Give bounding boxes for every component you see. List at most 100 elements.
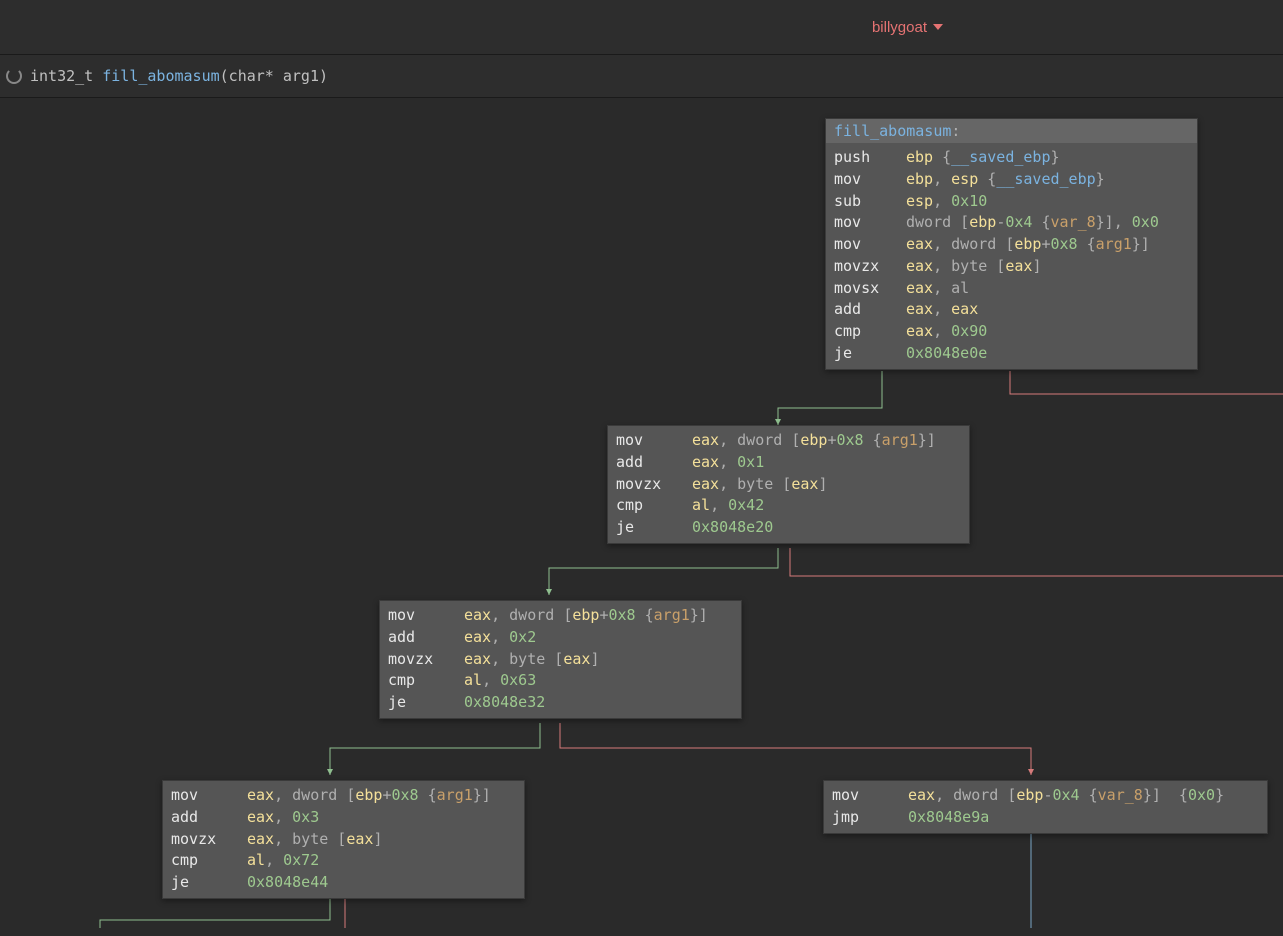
register: ebp [800,431,827,449]
signature-return-type: int32_t [30,67,102,85]
token: }] [473,786,491,804]
token: { [1080,786,1098,804]
number-literal: 0x8 [1051,235,1078,253]
token: , [710,496,728,514]
instruction-line[interactable]: addeax, 0x3 [171,807,516,829]
mnemonic: add [834,299,906,321]
instruction-line[interactable]: movebp, esp {__saved_ebp} [834,169,1189,191]
mnemonic: cmp [834,321,906,343]
number-literal: 0x1 [737,453,764,471]
token: ] [1032,257,1041,275]
token: { [933,148,951,166]
module-dropdown[interactable]: billygoat [872,19,943,36]
argument-ref: arg1 [437,786,473,804]
instruction-line[interactable]: movzxeax, byte [eax] [834,256,1189,278]
instruction-line[interactable]: cmpeax, 0x90 [834,321,1189,343]
mnemonic: mov [388,605,464,627]
instruction-line[interactable]: addeax, 0x2 [388,627,733,649]
number-literal: 0x8 [609,606,636,624]
token: { [419,786,437,804]
register: al [951,279,969,297]
token: } [1096,170,1105,188]
mnemonic: mov [832,785,908,807]
instruction-line[interactable]: movzxeax, byte [eax] [388,649,733,671]
token: , dword [ [933,235,1014,253]
token: + [827,431,836,449]
register: eax [464,628,491,646]
instruction-line[interactable]: je0x8048e44 [171,872,516,894]
instruction-line[interactable]: movdword [ebp-0x4 {var_8}], 0x0 [834,212,1189,234]
token: ] [818,475,827,493]
block-function-name: fill_abomasum [834,122,951,140]
mnemonic: cmp [171,850,247,872]
instruction-line[interactable]: moveax, dword [ebp+0x8 {arg1}] [834,234,1189,256]
address-ref: 0x8048e0e [906,344,987,362]
mnemonic: je [616,517,692,539]
block-label: fill_abomasum: [826,119,1197,143]
token: , [274,808,292,826]
register: eax [692,453,719,471]
basic-block[interactable]: moveax, dword [ebp+0x8 {arg1}]addeax, 0x… [607,425,970,544]
instruction-line[interactable]: movzxeax, byte [eax] [171,829,516,851]
address-ref: 0x8048e32 [464,693,545,711]
token: , [491,628,509,646]
instruction-line[interactable]: je0x8048e32 [388,692,733,714]
mnemonic: mov [616,430,692,452]
signature-function-name[interactable]: fill_abomasum [102,67,219,85]
instruction-line[interactable]: subesp, 0x10 [834,191,1189,213]
register: eax [1005,257,1032,275]
variable-ref: var_8 [1098,786,1143,804]
number-literal: 0x0 [1188,786,1215,804]
instruction-line[interactable]: movzxeax, byte [eax] [616,474,961,496]
number-literal: 0x8 [837,431,864,449]
instruction-line[interactable]: jmp0x8048e9a [832,807,1259,829]
instruction-line[interactable]: pushebp {__saved_ebp} [834,147,1189,169]
control-flow-graph[interactable]: fill_abomasum: pushebp {__saved_ebp}move… [0,98,1283,928]
argument-ref: arg1 [882,431,918,449]
instruction-line[interactable]: movsxeax, al [834,278,1189,300]
token: , dword [ [491,606,572,624]
basic-block[interactable]: moveax, dword [ebp-0x4 {var_8}] {0x0}jmp… [823,780,1268,834]
token: , byte [ [274,830,346,848]
token: , dword [ [274,786,355,804]
basic-block-entry[interactable]: fill_abomasum: pushebp {__saved_ebp}move… [825,118,1198,370]
instruction-line[interactable]: cmpal, 0x42 [616,495,961,517]
register: esp [906,192,933,210]
token: - [1043,786,1052,804]
number-literal: 0x3 [292,808,319,826]
instruction-line[interactable]: addeax, 0x1 [616,452,961,474]
instruction-line[interactable]: addeax, eax [834,299,1189,321]
token: , [933,170,951,188]
token: }], [1096,213,1132,231]
register: ebp [355,786,382,804]
token: , [933,192,951,210]
instruction-line[interactable]: moveax, dword [ebp+0x8 {arg1}] [616,430,961,452]
token: , [933,279,951,297]
mnemonic: jmp [832,807,908,829]
instruction-line[interactable]: cmpal, 0x72 [171,850,516,872]
number-literal: 0x63 [500,671,536,689]
loading-spinner-icon [6,68,22,84]
mnemonic: movzx [834,256,906,278]
instruction-line[interactable]: je0x8048e20 [616,517,961,539]
basic-block[interactable]: moveax, dword [ebp+0x8 {arg1}]addeax, 0x… [379,600,742,719]
instruction-line[interactable]: moveax, dword [ebp+0x8 {arg1}] [388,605,733,627]
token: }] [1132,235,1150,253]
instruction-line[interactable]: moveax, dword [ebp-0x4 {var_8}] {0x0} [832,785,1259,807]
token: { [636,606,654,624]
token: } [1051,148,1060,166]
module-name-label: billygoat [872,19,927,36]
number-literal: 0x10 [951,192,987,210]
token: , dword [ [719,431,800,449]
variable-ref: var_8 [1051,213,1096,231]
saved-register-ref: __saved_ebp [951,148,1050,166]
basic-block[interactable]: moveax, dword [ebp+0x8 {arg1}]addeax, 0x… [162,780,525,899]
instruction-line[interactable]: cmpal, 0x63 [388,670,733,692]
register: al [464,671,482,689]
mnemonic: push [834,147,906,169]
number-literal: 0x4 [1053,786,1080,804]
instruction-line[interactable]: moveax, dword [ebp+0x8 {arg1}] [171,785,516,807]
token: - [996,213,1005,231]
token: ] [590,650,599,668]
instruction-line[interactable]: je0x8048e0e [834,343,1189,365]
